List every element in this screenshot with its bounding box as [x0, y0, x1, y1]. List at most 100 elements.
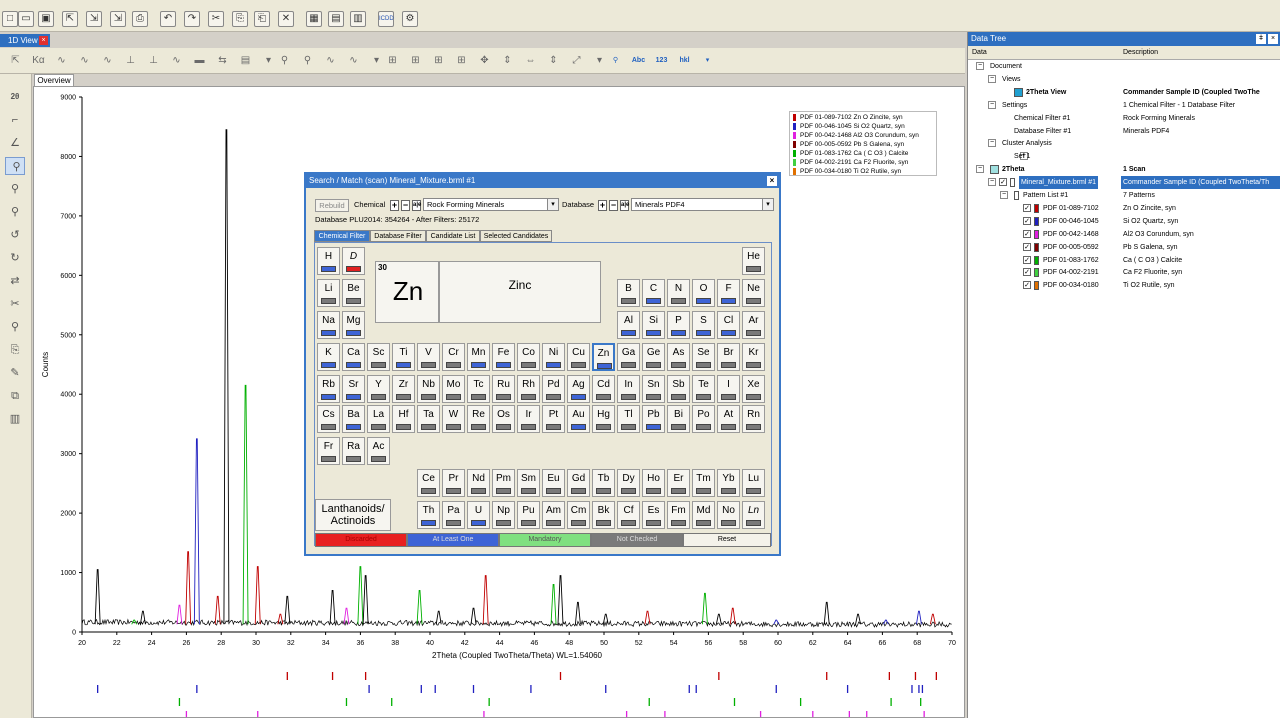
element-sn[interactable]: Sn — [642, 375, 665, 403]
tab-1d-view[interactable]: 1D View × — [0, 34, 50, 47]
element-tc[interactable]: Tc — [467, 375, 490, 403]
element-cs[interactable]: Cs — [317, 405, 340, 433]
tree-row[interactable]: − ✓ Mineral_Mixture.brml #1 Commander Sampl… — [968, 176, 1280, 190]
match-icon[interactable]: ⚲ — [300, 53, 315, 68]
element-pd[interactable]: Pd — [542, 375, 565, 403]
legend-discarded-button[interactable]: Discarded — [315, 533, 407, 547]
strip-icon[interactable]: ▬ — [192, 53, 207, 68]
zoom-point-icon[interactable]: ⚲ — [5, 203, 25, 221]
element-ra[interactable]: Ra — [342, 437, 365, 465]
close-icon[interactable]: × — [39, 36, 48, 45]
element-es[interactable]: Es — [642, 501, 665, 529]
zoom-icon[interactable]: ⊞ — [385, 53, 400, 68]
element-lu[interactable]: Lu — [742, 469, 765, 497]
element-li[interactable]: Li — [317, 279, 340, 307]
cut-icon[interactable]: ✂ — [208, 11, 224, 27]
element-v[interactable]: V — [417, 343, 440, 371]
element-nd[interactable]: Nd — [467, 469, 490, 497]
element-u[interactable]: U — [467, 501, 490, 529]
layers-icon[interactable]: ⧉ — [5, 387, 25, 405]
move-icon[interactable]: ✥ — [477, 53, 492, 68]
element-no[interactable]: No — [717, 501, 740, 529]
expand-icon[interactable]: − — [988, 178, 996, 187]
pin-icon[interactable]: ǂ — [1256, 34, 1266, 44]
element-fr[interactable]: Fr — [317, 437, 340, 465]
element-mg[interactable]: Mg — [342, 311, 365, 339]
element-tl[interactable]: Tl — [617, 405, 640, 433]
element-ac[interactable]: Ac — [367, 437, 390, 465]
element-tb[interactable]: Tb — [592, 469, 615, 497]
element-ne[interactable]: Ne — [742, 279, 765, 307]
import-icon[interactable]: ⇲ — [86, 11, 102, 27]
scale-icon[interactable]: ⇕ — [500, 53, 515, 68]
chart-icon[interactable]: ▥ — [5, 410, 25, 428]
undo-icon[interactable]: ↶ — [160, 11, 176, 27]
checkbox[interactable]: ✓ — [999, 178, 1007, 187]
element-cm[interactable]: Cm — [567, 501, 590, 529]
element-he[interactable]: He — [742, 247, 765, 275]
delete-icon[interactable]: ✕ — [278, 11, 294, 27]
kalpha-icon[interactable]: Kα — [31, 53, 46, 68]
redo-icon[interactable]: ↷ — [184, 11, 200, 27]
element-d[interactable]: D — [342, 247, 365, 275]
element-yb[interactable]: Yb — [717, 469, 740, 497]
checkbox[interactable]: ✓ — [1023, 281, 1031, 290]
dropdown-icon[interactable]: ▾ — [700, 53, 715, 68]
move-icon[interactable]: ⇄ — [5, 272, 25, 290]
element-sc[interactable]: Sc — [367, 343, 390, 371]
reset-button[interactable]: Reset — [683, 533, 771, 547]
element-ca[interactable]: Ca — [342, 343, 365, 371]
element-hg[interactable]: Hg — [592, 405, 615, 433]
axis-icon[interactable]: ⌐ — [5, 111, 25, 129]
element-i[interactable]: I — [717, 375, 740, 403]
element-nb[interactable]: Nb — [417, 375, 440, 403]
expand-icon[interactable]: − — [976, 165, 984, 174]
element-sm[interactable]: Sm — [517, 469, 540, 497]
element-dy[interactable]: Dy — [617, 469, 640, 497]
element-pb[interactable]: Pb — [642, 405, 665, 433]
element-fm[interactable]: Fm — [667, 501, 690, 529]
element-rn[interactable]: Rn — [742, 405, 765, 433]
zoom-x-icon[interactable]: ⊞ — [408, 53, 423, 68]
element-hf[interactable]: Hf — [392, 405, 415, 433]
save-icon[interactable]: ▣ — [38, 11, 54, 27]
element-rb[interactable]: Rb — [317, 375, 340, 403]
element-sb[interactable]: Sb — [667, 375, 690, 403]
element-cu[interactable]: Cu — [567, 343, 590, 371]
element-th[interactable]: Th — [417, 501, 440, 529]
rebuild-button[interactable]: Rebuild — [315, 199, 349, 212]
redo-icon[interactable]: ↻ — [5, 249, 25, 267]
tree-row[interactable]: − Settings 1 Chemical Filter - 1 Database … — [968, 99, 1280, 112]
scale-fit-icon[interactable]: ⤢ — [569, 53, 584, 68]
tree-row[interactable]: ✓ PDF 00-046-1045 Si O2 Quartz, syn — [968, 215, 1280, 228]
element-kr[interactable]: Kr — [742, 343, 765, 371]
element-ag[interactable]: Ag — [567, 375, 590, 403]
element-al[interactable]: Al — [617, 311, 640, 339]
element-as[interactable]: As — [667, 343, 690, 371]
checkbox[interactable]: ✓ — [1023, 216, 1031, 225]
view3-icon[interactable]: ▥ — [350, 11, 366, 27]
element-mo[interactable]: Mo — [442, 375, 465, 403]
tab-selected-candidates[interactable]: Selected Candidates — [480, 230, 552, 242]
element-la[interactable]: La — [367, 405, 390, 433]
rename-database-button[interactable]: a|e — [620, 200, 629, 211]
element-h[interactable]: H — [317, 247, 340, 275]
checkbox[interactable]: ✓ — [1023, 229, 1031, 238]
element-cf[interactable]: Cf — [617, 501, 640, 529]
dropdown-icon[interactable]: ▾ — [369, 53, 384, 68]
add-database-button[interactable]: + — [598, 200, 607, 211]
element-ar[interactable]: Ar — [742, 311, 765, 339]
column-data[interactable]: Data — [972, 46, 987, 60]
select-icon[interactable]: ⇱ — [8, 53, 23, 68]
legend-not-checked-button[interactable]: Not Checked — [591, 533, 683, 547]
element-ru[interactable]: Ru — [492, 375, 515, 403]
tree-row[interactable]: ✓ PDF 00-005-0592 Pb S Galena, syn — [968, 241, 1280, 254]
icdd-icon[interactable]: ICDD — [378, 11, 394, 27]
element-f[interactable]: F — [717, 279, 740, 307]
print-icon[interactable]: ⎙ — [132, 11, 148, 27]
dropdown-icon[interactable]: ▾ — [592, 53, 607, 68]
element-np[interactable]: Np — [492, 501, 515, 529]
peak-edit-icon[interactable]: ∿ — [100, 53, 115, 68]
element-ce[interactable]: Ce — [417, 469, 440, 497]
element-na[interactable]: Na — [317, 311, 340, 339]
